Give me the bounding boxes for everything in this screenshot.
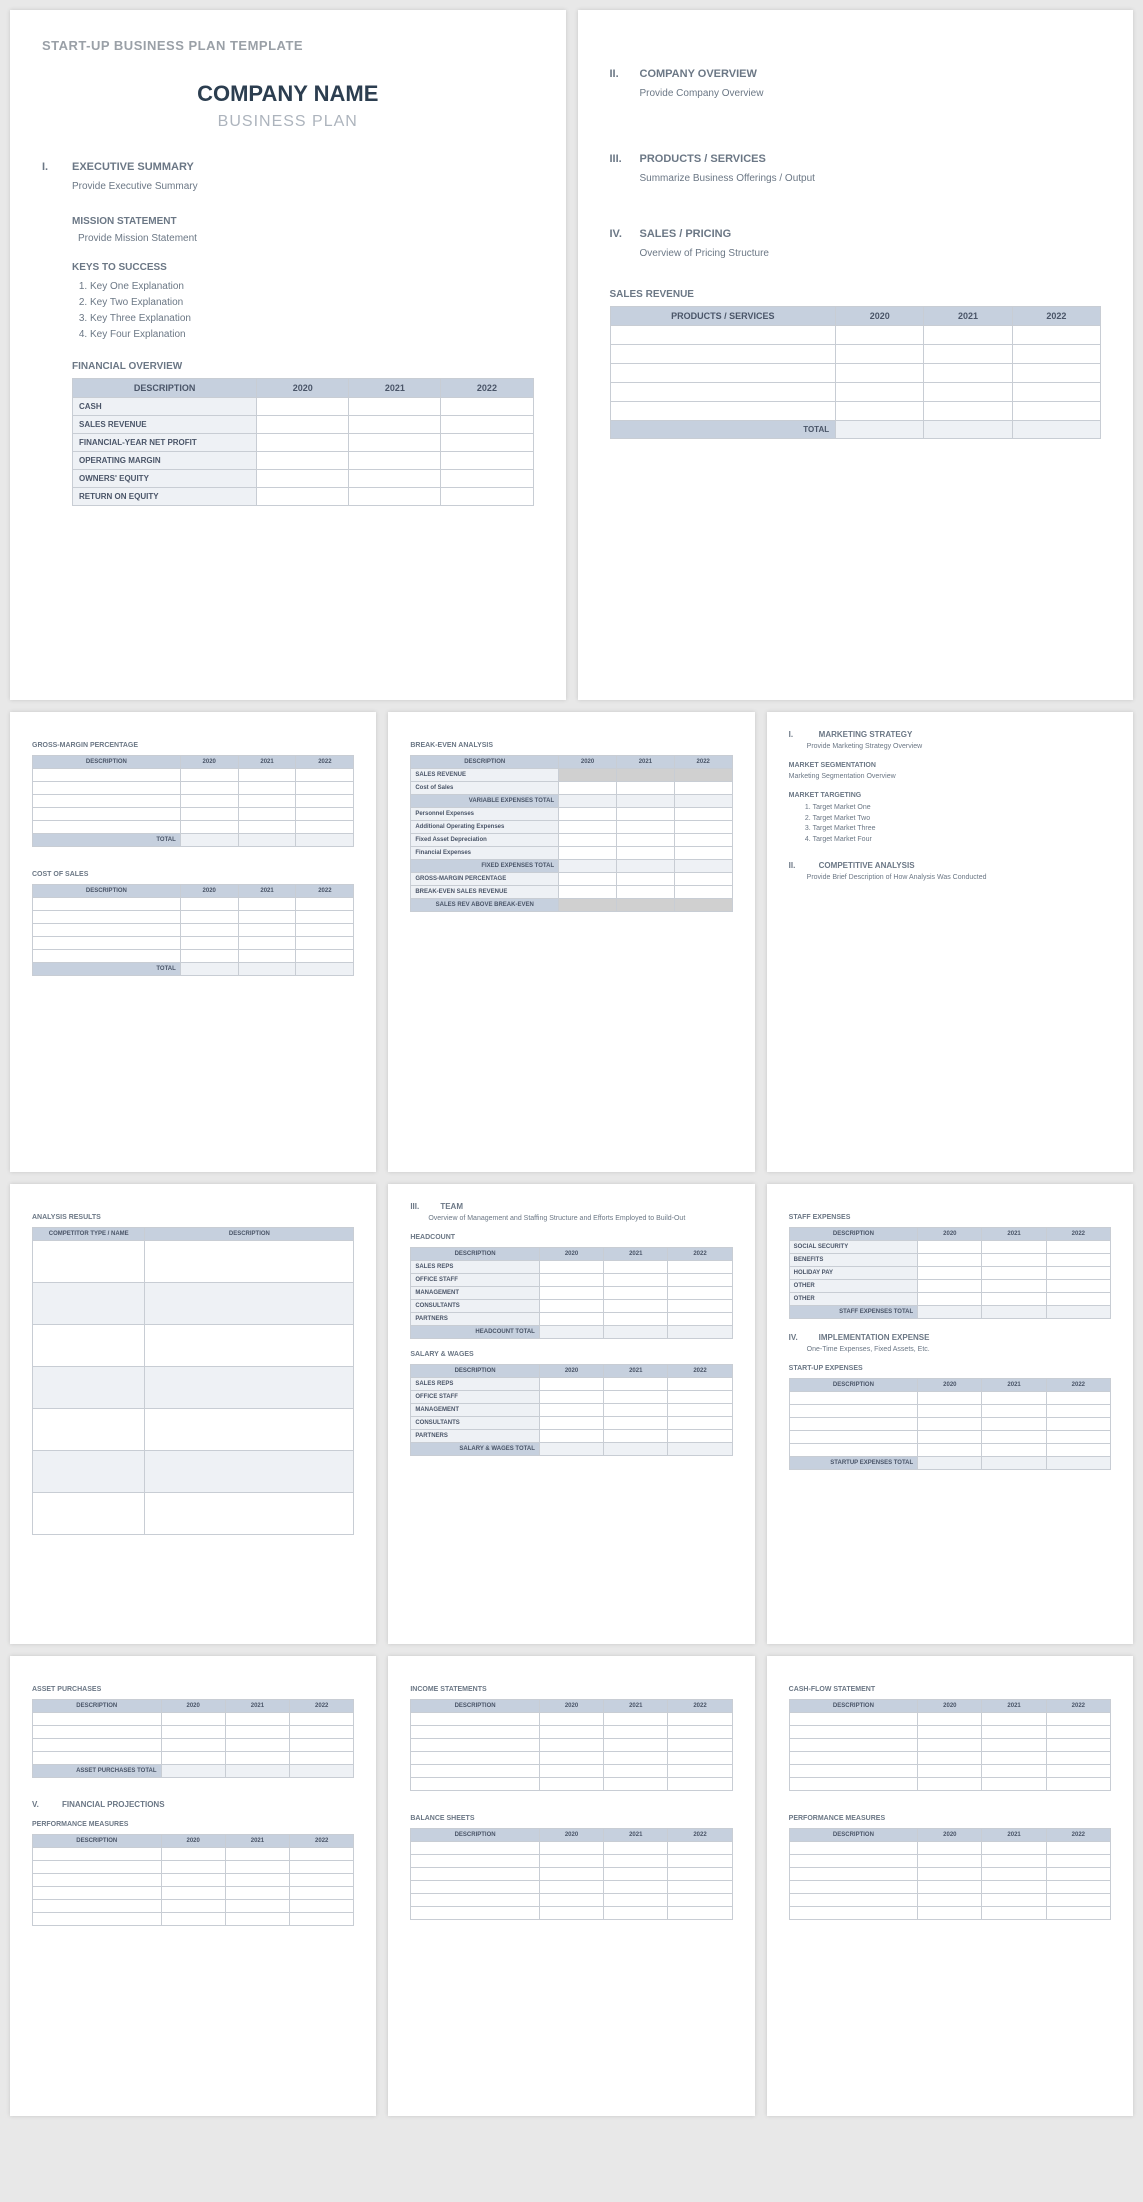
competitive-analysis-body: Provide Brief Description of How Analysi… [807, 874, 1111, 881]
staff-expenses-table: DESCRIPTION202020212022 SOCIAL SECURITY … [789, 1227, 1111, 1319]
cost-of-sales-heading: COST OF SALES [32, 871, 354, 878]
company-overview-heading: II.COMPANY OVERVIEW [610, 68, 1102, 80]
analysis-results-heading: ANALYSIS RESULTS [32, 1214, 354, 1221]
keys-heading: KEYS TO SUCCESS [72, 262, 534, 273]
salary-wages-heading: SALARY & WAGES [410, 1351, 732, 1358]
financial-projections-heading: V.FINANCIAL PROJECTIONS [32, 1800, 354, 1809]
company-overview-body: Provide Company Overview [640, 88, 1102, 99]
performance-measures-2-heading: PERFORMANCE MEASURES [789, 1815, 1111, 1822]
page-2: II.COMPANY OVERVIEW Provide Company Over… [578, 10, 1134, 700]
sales-pricing-heading: IV.SALES / PRICING [610, 228, 1102, 240]
gross-margin-heading: GROSS-MARGIN PERCENTAGE [32, 742, 354, 749]
sales-revenue-heading: SALES REVENUE [610, 289, 1102, 300]
market-targeting-heading: MARKET TARGETING [789, 792, 1111, 799]
gross-margin-table: DESCRIPTION202020212022 TOTAL [32, 755, 354, 847]
page-11: CASH-FLOW STATEMENT DESCRIPTION202020212… [767, 1656, 1133, 2116]
income-statements-table: DESCRIPTION202020212022 [410, 1699, 732, 1791]
startup-expenses-heading: START-UP EXPENSES [789, 1365, 1111, 1372]
page-8: STAFF EXPENSES DESCRIPTION202020212022 S… [767, 1184, 1133, 1644]
page-4: BREAK-EVEN ANALYSIS DESCRIPTION202020212… [388, 712, 754, 1172]
break-even-heading: BREAK-EVEN ANALYSIS [410, 742, 732, 749]
page-7: III.TEAM Overview of Management and Staf… [388, 1184, 754, 1644]
page-9: ASSET PURCHASES DESCRIPTION202020212022 … [10, 1656, 376, 2116]
balance-sheets-heading: BALANCE SHEETS [410, 1815, 732, 1822]
team-heading: III.TEAM [410, 1202, 732, 1211]
keys-list: Key One ExplanationKey Two ExplanationKe… [90, 279, 534, 343]
balance-sheets-table: DESCRIPTION202020212022 [410, 1828, 732, 1920]
competitive-analysis-heading: II.COMPETITIVE ANALYSIS [789, 861, 1111, 870]
performance-measures-table: DESCRIPTION202020212022 [32, 1834, 354, 1926]
implementation-expense-body: One-Time Expenses, Fixed Assets, Etc. [807, 1346, 1111, 1353]
products-services-heading: III.PRODUCTS / SERVICES [610, 153, 1102, 165]
implementation-expense-heading: IV.IMPLEMENTATION EXPENSE [789, 1333, 1111, 1342]
staff-expenses-heading: STAFF EXPENSES [789, 1214, 1111, 1221]
market-segmentation-heading: MARKET SEGMENTATION [789, 762, 1111, 769]
page-1: START-UP BUSINESS PLAN TEMPLATE COMPANY … [10, 10, 566, 700]
team-body: Overview of Management and Staffing Stru… [428, 1215, 732, 1222]
asset-purchases-heading: ASSET PURCHASES [32, 1686, 354, 1693]
financial-overview-heading: FINANCIAL OVERVIEW [72, 361, 534, 372]
performance-measures-2-table: DESCRIPTION202020212022 [789, 1828, 1111, 1920]
template-title: START-UP BUSINESS PLAN TEMPLATE [42, 38, 534, 53]
page-3: GROSS-MARGIN PERCENTAGE DESCRIPTION20202… [10, 712, 376, 1172]
sales-revenue-table: PRODUCTS / SERVICES202020212022 TOTAL [610, 306, 1102, 439]
cash-flow-heading: CASH-FLOW STATEMENT [789, 1686, 1111, 1693]
page-6: ANALYSIS RESULTS COMPETITOR TYPE / NAMED… [10, 1184, 376, 1644]
asset-purchases-table: DESCRIPTION202020212022 ASSET PURCHASES … [32, 1699, 354, 1778]
executive-summary-heading: I.EXECUTIVE SUMMARY [42, 161, 534, 173]
marketing-strategy-body: Provide Marketing Strategy Overview [807, 743, 1111, 750]
break-even-table: DESCRIPTION202020212022 SALES REVENUE Co… [410, 755, 732, 912]
financial-overview-table: DESCRIPTION202020212022 CASH SALES REVEN… [72, 378, 534, 506]
headcount-heading: HEADCOUNT [410, 1234, 732, 1241]
market-targeting-list: Target Market OneTarget Market TwoTarget… [813, 803, 1111, 845]
sales-pricing-body: Overview of Pricing Structure [640, 248, 1102, 259]
salary-wages-table: DESCRIPTION202020212022 SALES REPS OFFIC… [410, 1364, 732, 1456]
page-10: INCOME STATEMENTS DESCRIPTION20202021202… [388, 1656, 754, 2116]
market-segmentation-body: Marketing Segmentation Overview [789, 773, 1111, 780]
marketing-strategy-heading: I.MARKETING STRATEGY [789, 730, 1111, 739]
mission-heading: MISSION STATEMENT [72, 216, 534, 227]
business-plan-subtitle: BUSINESS PLAN [42, 113, 534, 131]
income-statements-heading: INCOME STATEMENTS [410, 1686, 732, 1693]
executive-summary-body: Provide Executive Summary [72, 181, 534, 192]
page-5: I.MARKETING STRATEGY Provide Marketing S… [767, 712, 1133, 1172]
cost-of-sales-table: DESCRIPTION202020212022 TOTAL [32, 884, 354, 976]
company-name: COMPANY NAME [42, 81, 534, 107]
mission-body: Provide Mission Statement [78, 233, 534, 244]
analysis-results-table: COMPETITOR TYPE / NAMEDESCRIPTION [32, 1227, 354, 1535]
cash-flow-table: DESCRIPTION202020212022 [789, 1699, 1111, 1791]
startup-expenses-table: DESCRIPTION202020212022 STARTUP EXPENSES… [789, 1378, 1111, 1470]
performance-measures-heading: PERFORMANCE MEASURES [32, 1821, 354, 1828]
products-services-body: Summarize Business Offerings / Output [640, 173, 1102, 184]
headcount-table: DESCRIPTION202020212022 SALES REPS OFFIC… [410, 1247, 732, 1339]
